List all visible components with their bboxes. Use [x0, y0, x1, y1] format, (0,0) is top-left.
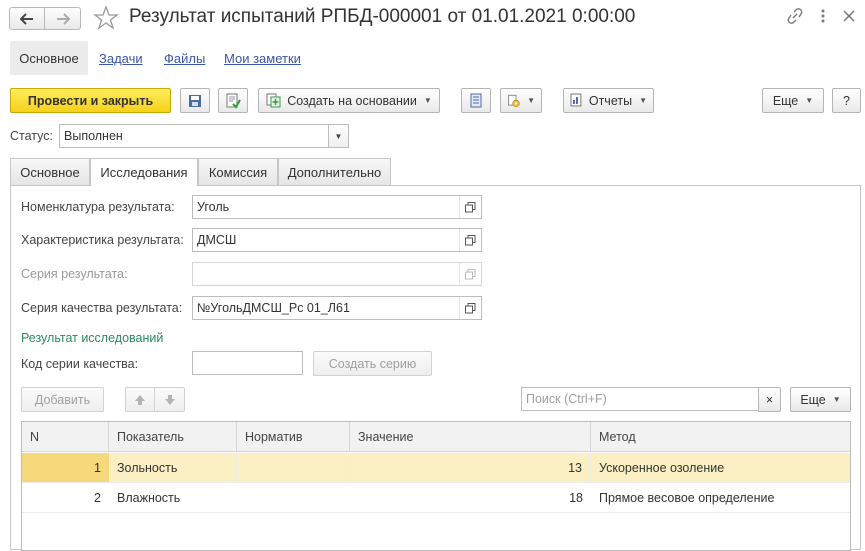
status-value: Выполнен	[64, 129, 123, 143]
star-icon[interactable]	[93, 5, 119, 31]
search-input[interactable]: Поиск (Ctrl+F)	[521, 387, 759, 411]
status-select[interactable]: Выполнен ▼	[59, 124, 349, 148]
nomenclature-label: Номенклатура результата:	[21, 200, 175, 214]
row-number: 2	[94, 490, 101, 505]
row-method: Прямое весовое определение	[599, 490, 775, 505]
row-norm	[237, 483, 350, 512]
characteristic-value: ДМСШ	[197, 233, 237, 247]
chevron-down-icon: ▼	[527, 96, 535, 105]
nomenclature-value: Уголь	[197, 200, 230, 214]
nav-tab-files[interactable]: Файлы	[164, 51, 205, 66]
tab-research[interactable]: Исследования	[90, 158, 198, 186]
open-icon[interactable]	[459, 297, 481, 319]
add-row-button[interactable]: Добавить	[21, 387, 104, 412]
series-label: Серия результата:	[21, 267, 128, 281]
table-more-button[interactable]: Еще ▼	[790, 387, 851, 412]
row-indicator: Зольность	[109, 453, 237, 482]
tab-commission[interactable]: Комиссия	[198, 158, 278, 185]
tab-additional[interactable]: Дополнительно	[278, 158, 391, 185]
table-row[interactable]: 2 Влажность 18 Прямое весовое определени…	[22, 483, 850, 512]
close-icon[interactable]	[843, 10, 855, 22]
quality-series-field[interactable]: №УгольДМСШ_Рс 01_Л61	[192, 296, 482, 320]
characteristic-label: Характеристика результата:	[21, 233, 184, 247]
open-icon[interactable]	[459, 196, 481, 218]
reports-icon	[570, 93, 582, 107]
post-button[interactable]	[218, 88, 248, 113]
table-row[interactable]: 1 Зольность 13 Ускоренное озоление	[22, 453, 850, 482]
open-icon	[459, 263, 481, 285]
chevron-down-icon[interactable]: ▼	[328, 125, 348, 147]
chevron-down-icon: ▼	[805, 96, 814, 105]
more-button[interactable]: Еще ▼	[762, 88, 824, 113]
clear-search-button[interactable]: ×	[758, 387, 781, 412]
results-table[interactable]: N Показатель Норматив Значение Метод 1 З…	[21, 421, 851, 551]
arrow-left-icon	[20, 12, 33, 25]
forward-button[interactable]	[45, 7, 81, 30]
back-button[interactable]	[9, 7, 45, 30]
save-button[interactable]	[180, 88, 210, 113]
open-icon[interactable]	[459, 229, 481, 251]
post-document-icon	[226, 93, 241, 109]
help-label: ?	[843, 93, 850, 108]
create-series-button[interactable]: Создать серию	[313, 351, 432, 376]
row-number: 1	[94, 460, 101, 475]
nav-tab-tasks[interactable]: Задачи	[99, 51, 143, 66]
help-button[interactable]: ?	[832, 88, 861, 113]
add-row-label: Добавить	[34, 392, 91, 407]
more-label: Еще	[772, 93, 799, 108]
row-value: 13	[350, 453, 591, 482]
document-list-button[interactable]	[461, 88, 491, 113]
column-header-value[interactable]: Значение	[350, 422, 591, 452]
page-title: Результат испытаний РПБД-000001 от 01.01…	[129, 6, 636, 27]
post-and-close-label: Провести и закрыть	[27, 93, 154, 108]
column-header-method[interactable]: Метод	[591, 422, 852, 452]
row-value: 18	[569, 490, 583, 505]
quality-code-field[interactable]	[192, 351, 303, 375]
print-button[interactable]: ▼	[500, 88, 542, 113]
nav-tab-notes[interactable]: Мои заметки	[224, 51, 301, 66]
create-based-on-label: Создать на основании	[287, 93, 417, 108]
row-method: Ускоренное озоление	[599, 460, 725, 475]
series-field	[192, 262, 482, 286]
research-section-title: Результат исследований	[21, 331, 164, 345]
tab-main[interactable]: Основное	[10, 158, 90, 185]
column-header-indicator[interactable]: Показатель	[109, 422, 237, 452]
nav-tab-main[interactable]: Основное	[10, 41, 88, 75]
list-icon	[470, 93, 482, 108]
table-more-label: Еще	[800, 392, 826, 407]
more-vertical-icon[interactable]	[821, 9, 825, 23]
status-label: Статус:	[10, 129, 53, 143]
link-icon[interactable]	[787, 8, 803, 24]
post-and-close-button[interactable]: Провести и закрыть	[10, 88, 171, 113]
chevron-down-icon: ▼	[832, 395, 841, 404]
row-indicator: Влажность	[117, 490, 181, 505]
reports-label: Отчеты	[588, 93, 633, 108]
quality-series-label: Серия качества результата:	[21, 301, 183, 315]
characteristic-field[interactable]: ДМСШ	[192, 228, 482, 252]
close-icon: ×	[765, 392, 774, 407]
reports-button[interactable]: Отчеты ▼	[563, 88, 654, 113]
create-based-icon	[266, 93, 281, 108]
quality-code-label: Код серии качества:	[21, 357, 139, 371]
arrow-up-icon	[135, 394, 145, 405]
chevron-down-icon: ▼	[423, 96, 432, 105]
row-norm	[237, 453, 350, 482]
quality-series-value: №УгольДМСШ_Рс 01_Л61	[197, 301, 350, 315]
create-series-label: Создать серию	[328, 356, 417, 371]
move-up-button[interactable]	[125, 387, 155, 412]
move-down-button[interactable]	[154, 387, 185, 412]
search-placeholder: Поиск (Ctrl+F)	[526, 392, 607, 406]
column-header-norm[interactable]: Норматив	[237, 422, 350, 452]
nomenclature-field[interactable]: Уголь	[192, 195, 482, 219]
document-settings-icon	[508, 94, 520, 107]
table-header: N Показатель Норматив Значение Метод	[22, 422, 850, 452]
arrow-down-icon	[164, 394, 175, 405]
column-header-n[interactable]: N	[22, 422, 109, 452]
chevron-down-icon: ▼	[639, 96, 647, 105]
arrow-right-icon	[56, 12, 70, 25]
create-based-on-button[interactable]: Создать на основании ▼	[258, 88, 440, 113]
save-icon	[189, 94, 201, 107]
